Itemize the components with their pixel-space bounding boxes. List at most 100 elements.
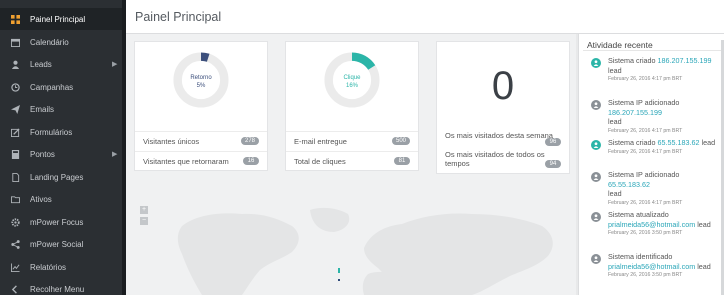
activity-text: Sistema criado 65.55.183.62 lead Februar… <box>608 138 722 156</box>
activity-action: Sistema criado <box>608 56 656 65</box>
activity-suffix: lead <box>697 219 711 229</box>
app: Painel Principal Calendário Leads ▶ Camp… <box>0 0 724 295</box>
sidebar-item-ativos[interactable]: Ativos <box>0 188 122 210</box>
sidebar-item-leads[interactable]: Leads ▶ <box>0 53 122 75</box>
sidebar-item-label: Relatórios <box>30 262 67 272</box>
donut-label: Clique <box>343 75 361 81</box>
activity-action: Sistema identificado <box>608 252 673 261</box>
stat-label: E-mail entregue <box>294 136 347 146</box>
chevron-right-icon: ▶ <box>112 151 118 158</box>
activity-link[interactable]: 65.55.183.62 <box>658 138 700 147</box>
chevron-right-icon: ▶ <box>112 61 118 68</box>
calendar-icon <box>0 38 30 47</box>
calculator-icon <box>0 149 30 159</box>
sidebar-item-pontos[interactable]: Pontos ▶ <box>0 143 122 165</box>
sidebar-item-label: Formulários <box>30 127 73 137</box>
dashboard-content: Retorno 5% Visitantes únicos 278 Visitan… <box>126 34 576 295</box>
sidebar-item-label: Painel Principal <box>30 14 86 24</box>
page-title: Painel Principal <box>135 10 222 24</box>
activity-suffix: lead <box>608 65 622 75</box>
stat-label: Total de cliques <box>294 156 346 166</box>
activity-panel: Atividade recente Sistema criado 186.207… <box>578 34 724 295</box>
sidebar-item-emails[interactable]: Emails <box>0 98 122 120</box>
sidebar-item-formularios[interactable]: Formulários <box>0 121 122 143</box>
sidebar-item-label: Emails <box>30 104 55 114</box>
sidebar-item-label: Recolher Menu <box>30 284 85 294</box>
activity-date: February 26, 2016 4:17 pm BRT <box>608 199 683 206</box>
activity-suffix: lead <box>608 189 622 198</box>
activity-date: February 26, 2016 4:17 pm BRT <box>608 76 683 82</box>
count-badge: 81 <box>394 157 410 165</box>
sidebar-item-mpower-social[interactable]: mPower Social <box>0 233 122 255</box>
share-icon <box>0 239 30 249</box>
activity-link[interactable]: prialmeida56@hotmail.com <box>608 220 695 229</box>
chart-icon <box>0 262 30 272</box>
activity-date: February 26, 2016 4:17 pm BRT <box>608 127 683 134</box>
stat-row: E-mail entregue 500 <box>286 131 418 150</box>
map-highlight-marker[interactable] <box>338 279 340 281</box>
user-add-icon <box>591 58 601 68</box>
sidebar-item-label: Ativos <box>30 194 52 204</box>
stat-label: Visitantes únicos <box>143 136 200 146</box>
activity-suffix: lead <box>697 261 711 271</box>
activity-text: Sistema criado 186.207.155.199 lead Febr… <box>608 56 722 83</box>
divider <box>583 50 721 51</box>
user-icon <box>591 100 601 110</box>
sidebar-item-calendario[interactable]: Calendário <box>0 31 122 53</box>
activity-date: February 26, 2016 3:50 pm BRT <box>608 272 683 278</box>
activity-action: Sistema atualizado <box>608 210 669 219</box>
folder-icon <box>0 195 30 204</box>
activity-suffix: lead <box>608 117 622 126</box>
sidebar-item-label: Landing Pages <box>30 172 84 182</box>
visitors-card: Retorno 5% Visitantes únicos 278 Visitan… <box>134 41 268 171</box>
gear-icon <box>0 217 30 227</box>
donut-label: Retorno <box>190 75 212 81</box>
count-badge: 94 <box>545 160 561 168</box>
sidebar-item-label: Campanhas <box>30 82 74 92</box>
activity-suffix: lead <box>701 138 716 147</box>
activity-link[interactable]: 186.207.155.199 <box>608 108 662 117</box>
user-icon <box>0 60 30 69</box>
page-header: Painel Principal <box>126 0 724 34</box>
activity-date: February 26, 2016 3:50 pm BRT <box>608 230 683 236</box>
stat-row: Visitantes que retornaram 16 <box>135 151 267 170</box>
most-visited-card: 0 Os mais visitados desta semana 96 Os m… <box>436 41 570 174</box>
collapse-icon <box>0 284 30 294</box>
activity-link[interactable]: prialmeida56@hotmail.com <box>608 262 695 271</box>
activity-text: Sistema IP adicionado 186.207.155.199 le… <box>608 98 722 135</box>
activity-title: Atividade recente <box>587 40 653 50</box>
sidebar-item-label: Leads <box>30 59 52 69</box>
activity-link[interactable]: 186.207.155.199 <box>658 56 712 65</box>
stat-row: Total de cliques 81 <box>286 151 418 170</box>
stat-label: Visitantes que retornaram <box>143 156 229 166</box>
sidebar-item-recolher-menu[interactable]: Recolher Menu <box>0 278 122 295</box>
activity-date: February 26, 2016 4:17 pm BRT <box>608 148 683 155</box>
sidebar-item-relatorios[interactable]: Relatórios <box>0 256 122 278</box>
dashboard-icon <box>0 14 30 24</box>
activity-text: Sistema atualizado prialmeida56@hotmail.… <box>608 210 722 237</box>
send-icon <box>0 104 30 114</box>
map-highlight-marker[interactable] <box>338 268 340 273</box>
activity-action: Sistema IP adicionado <box>608 170 680 179</box>
donut-value: 16% <box>345 83 358 89</box>
most-visited-count: 0 <box>491 64 515 108</box>
activity-text: Sistema identificado prialmeida56@hotmai… <box>608 252 722 279</box>
sidebar-item-painel-principal[interactable]: Painel Principal <box>0 8 122 30</box>
activity-action: Sistema IP adicionado <box>608 98 680 107</box>
world-map[interactable] <box>142 204 562 295</box>
edit-form-icon <box>0 127 30 137</box>
count-badge: 16 <box>243 157 259 165</box>
sidebar-item-label: Calendário <box>30 37 69 47</box>
sidebar-item-landing-pages[interactable]: Landing Pages <box>0 166 122 188</box>
sidebar-item-campanhas[interactable]: Campanhas <box>0 76 122 98</box>
activity-link[interactable]: 65.55.183.62 <box>608 180 650 189</box>
file-icon <box>0 172 30 182</box>
activity-action: Sistema criado <box>608 138 656 147</box>
user-icon <box>591 254 601 264</box>
sidebar-item-mpower-focus[interactable]: mPower Focus <box>0 211 122 233</box>
user-icon <box>591 212 601 222</box>
user-icon <box>591 172 601 182</box>
stat-label: Os mais visitados de todos os tempos <box>445 150 545 168</box>
sidebar-item-label: mPower Social <box>30 239 84 249</box>
stat-row: Visitantes únicos 278 <box>135 131 267 150</box>
